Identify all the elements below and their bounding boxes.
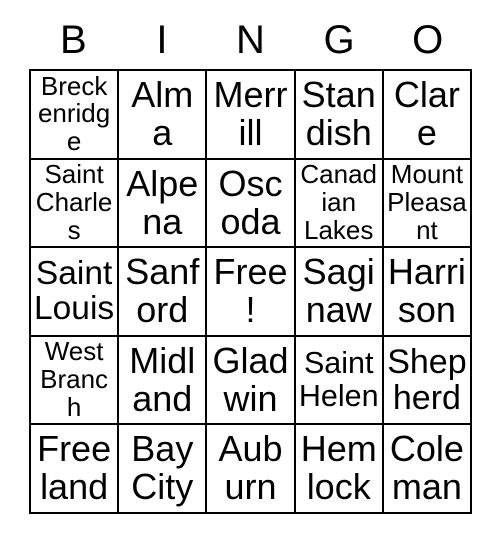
bingo-cell-label: Saint Louis (34, 254, 115, 328)
bingo-cell-label: Alpena (126, 162, 199, 242)
bingo-grid: Breckenridge Alma Merrill Standish Clare… (29, 69, 473, 514)
bingo-cell[interactable]: Bay City (119, 425, 208, 514)
bingo-cell-label: West Branch (40, 336, 109, 422)
bingo-cell[interactable]: Hemlock (295, 425, 384, 514)
bingo-cell-label: Saint Helen (298, 346, 379, 413)
bingo-cell[interactable]: Gladwin (207, 336, 296, 425)
bingo-card: B I N G O Breckenridge Alma Merrill Stan… (29, 10, 473, 514)
bingo-cell-label: Canadian Lakes (300, 159, 378, 245)
bingo-cell-label: Auburn (218, 428, 283, 508)
bingo-cell-label: Saginaw (302, 251, 375, 331)
bingo-cell[interactable]: Auburn (207, 425, 296, 514)
bingo-cell[interactable]: West Branch (31, 336, 120, 425)
bingo-header-letter-g: G (323, 17, 355, 62)
bingo-cell[interactable]: Oscoda (207, 159, 296, 248)
bingo-cell[interactable]: Freeland (31, 425, 120, 514)
bingo-cell[interactable]: Canadian Lakes (295, 159, 384, 248)
bingo-row: West Branch Midland Gladwin Saint Helen … (31, 336, 473, 425)
bingo-cell[interactable]: Merrill (207, 71, 296, 160)
bingo-cell-label: Shepherd (387, 342, 467, 417)
bingo-header-letter-b: B (59, 17, 87, 62)
bingo-header-row: B I N G O (29, 10, 472, 69)
bingo-cell-label: Standish (301, 74, 376, 154)
bingo-cell[interactable]: Saint Louis (31, 248, 120, 337)
bingo-header-letter-o: O (412, 17, 444, 62)
bingo-cell[interactable]: Harrison (383, 248, 473, 337)
bingo-cell[interactable]: Standish (295, 71, 384, 160)
bingo-cell-label: Alma (131, 74, 194, 154)
bingo-cell-label: Saint Charles (35, 159, 113, 245)
bingo-row: Breckenridge Alma Merrill Standish Clare (31, 71, 473, 160)
bingo-cell-label: Bay City (131, 428, 194, 508)
bingo-cell-label: Hemlock (300, 428, 377, 508)
bingo-cell-label: Midland (129, 339, 196, 419)
bingo-header-letter-i: I (156, 17, 168, 62)
bingo-cell[interactable]: Clare (383, 71, 473, 160)
bingo-cell[interactable]: Sanford (119, 248, 208, 337)
bingo-header-letter-n: N (236, 17, 265, 62)
bingo-cell-label: Free! (213, 251, 288, 331)
bingo-cell-free[interactable]: Free! (207, 248, 296, 337)
bingo-cell-label: Sanford (125, 251, 200, 331)
bingo-cell[interactable]: Alma (119, 71, 208, 160)
bingo-cell-label: Merrill (213, 74, 288, 154)
bingo-cell[interactable]: Saint Charles (31, 159, 120, 248)
bingo-cell-label: Breckenridge (37, 71, 111, 157)
bingo-cell[interactable]: Midland (119, 336, 208, 425)
bingo-cell[interactable]: Alpena (119, 159, 208, 248)
bingo-cell-label: Clare (393, 74, 460, 154)
bingo-cell[interactable]: Coleman (383, 425, 473, 514)
bingo-cell[interactable]: Breckenridge (31, 71, 120, 160)
bingo-cell[interactable]: Shepherd (383, 336, 473, 425)
bingo-cell[interactable]: Mount Pleasant (383, 159, 473, 248)
bingo-cell-label: Freeland (37, 428, 112, 508)
bingo-cell-label: Mount Pleasant (387, 159, 467, 245)
bingo-row: Saint Louis Sanford Free! Saginaw Harris… (31, 248, 473, 337)
bingo-cell-label: Harrison (387, 251, 466, 331)
bingo-cell[interactable]: Saint Helen (295, 336, 384, 425)
bingo-cell-label: Gladwin (212, 339, 289, 419)
bingo-row: Freeland Bay City Auburn Hemlock Coleman (31, 425, 473, 514)
bingo-cell-label: Coleman (389, 428, 464, 508)
bingo-cell-label: Oscoda (218, 162, 283, 242)
bingo-cell[interactable]: Saginaw (295, 248, 384, 337)
bingo-row: Saint Charles Alpena Oscoda Canadian Lak… (31, 159, 473, 248)
